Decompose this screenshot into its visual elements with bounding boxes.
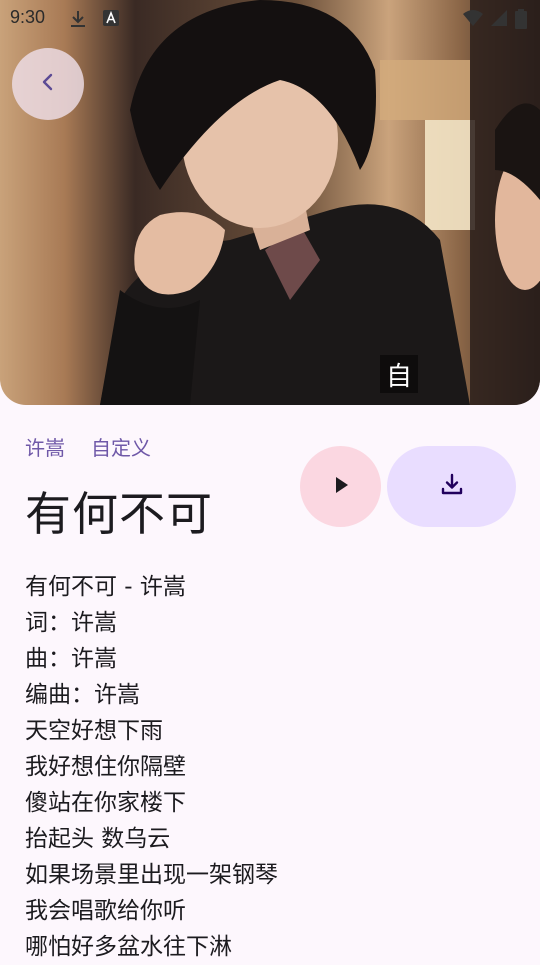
download-icon [68,9,88,33]
lyric-line: 曲：许嵩 [25,646,117,672]
wifi-icon [462,9,484,31]
status-bar: 9:30 [0,0,540,36]
category-tag[interactable]: 自定义 [91,432,151,461]
play-icon [330,474,352,500]
download-icon [439,472,465,502]
status-time: 9:30 [10,7,46,27]
album-cover-image: 自 [0,0,540,405]
lyric-line: 如果场景里出现一架钢琴 [25,862,278,888]
artist-tag[interactable]: 许嵩 [25,432,65,461]
lyric-line: 天空好想下雨 [25,718,163,744]
lyric-line: 抬起头 数乌云 [25,826,171,852]
lyric-line: 编曲：许嵩 [25,682,140,708]
download-button[interactable] [387,446,516,527]
lyrics-list: 有何不可 - 许嵩 词：许嵩 曲：许嵩 编曲：许嵩 天空好想下雨 我好想住你隔壁… [25,569,278,965]
song-tags: 许嵩 自定义 [25,432,151,461]
chevron-left-icon [38,72,58,96]
lyric-line: 我好想住你隔壁 [25,754,186,780]
lyric-line: 傻站在你家楼下 [25,790,186,816]
signal-icon [490,9,508,31]
cover-art-text: 自 [386,362,412,392]
play-button[interactable] [300,446,381,527]
back-button[interactable] [12,48,84,120]
battery-icon [514,9,528,33]
song-title: 有何不可 [25,487,213,541]
lyric-line: 词：许嵩 [25,610,117,636]
lyric-line: 我会唱歌给你听 [25,898,186,924]
lyric-line: 有何不可 - 许嵩 [25,574,186,600]
font-a-icon [102,9,120,31]
cover-artwork: 自 [100,0,540,405]
